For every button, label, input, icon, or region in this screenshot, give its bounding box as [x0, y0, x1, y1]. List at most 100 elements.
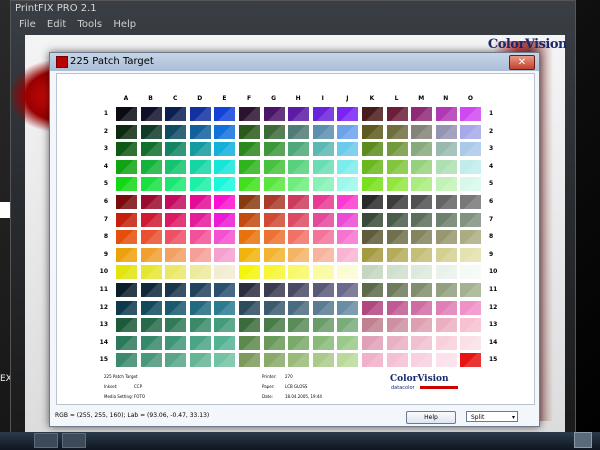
color-patch[interactable] — [435, 195, 457, 209]
color-patch[interactable] — [165, 283, 187, 297]
color-patch[interactable] — [435, 212, 457, 227]
color-patch[interactable] — [435, 283, 457, 297]
color-patch[interactable] — [411, 142, 433, 157]
color-patch[interactable] — [239, 230, 260, 245]
color-patch[interactable] — [165, 177, 187, 192]
color-patch[interactable] — [460, 230, 482, 245]
color-patch[interactable] — [362, 300, 383, 315]
color-patch[interactable] — [116, 230, 137, 245]
color-patch[interactable] — [312, 124, 334, 139]
color-patch[interactable] — [362, 353, 383, 368]
color-patch[interactable] — [140, 247, 162, 262]
color-patch[interactable] — [362, 212, 383, 227]
color-patch[interactable] — [165, 142, 187, 157]
color-patch[interactable] — [386, 195, 408, 209]
color-patch[interactable] — [263, 212, 285, 227]
color-patch[interactable] — [189, 195, 211, 209]
color-patch[interactable] — [263, 335, 285, 350]
color-patch[interactable] — [411, 230, 433, 245]
color-patch[interactable] — [116, 247, 137, 262]
color-patch[interactable] — [362, 142, 383, 157]
color-patch[interactable] — [435, 230, 457, 245]
color-patch[interactable] — [189, 230, 211, 245]
color-patch[interactable] — [288, 265, 310, 280]
color-patch[interactable] — [140, 335, 162, 350]
color-patch[interactable] — [362, 195, 383, 209]
color-patch[interactable] — [386, 300, 408, 315]
color-patch[interactable] — [362, 230, 383, 245]
color-patch[interactable] — [116, 335, 137, 350]
color-patch[interactable] — [239, 212, 260, 227]
color-patch[interactable] — [312, 107, 334, 121]
color-patch[interactable] — [214, 265, 236, 280]
color-patch[interactable] — [239, 142, 260, 157]
color-patch[interactable] — [460, 212, 482, 227]
color-patch[interactable] — [214, 300, 236, 315]
color-patch[interactable] — [435, 353, 457, 368]
color-patch[interactable] — [140, 283, 162, 297]
color-patch[interactable] — [239, 300, 260, 315]
color-patch[interactable] — [386, 107, 408, 121]
color-patch[interactable] — [189, 335, 211, 350]
color-patch[interactable] — [312, 283, 334, 297]
color-patch[interactable] — [239, 107, 260, 121]
color-patch[interactable] — [189, 124, 211, 139]
color-patch[interactable] — [362, 159, 383, 174]
color-patch[interactable] — [435, 142, 457, 157]
color-patch[interactable] — [460, 195, 482, 209]
color-patch[interactable] — [165, 212, 187, 227]
color-patch[interactable] — [411, 283, 433, 297]
color-patch[interactable] — [263, 283, 285, 297]
color-patch[interactable] — [460, 142, 482, 157]
color-patch[interactable] — [140, 159, 162, 174]
color-patch[interactable] — [312, 265, 334, 280]
color-patch[interactable] — [411, 195, 433, 209]
color-patch[interactable] — [288, 230, 310, 245]
color-patch[interactable] — [140, 142, 162, 157]
color-patch[interactable] — [337, 230, 359, 245]
color-patch[interactable] — [263, 318, 285, 333]
color-patch[interactable] — [165, 353, 187, 368]
color-patch[interactable] — [312, 335, 334, 350]
color-patch[interactable] — [435, 335, 457, 350]
color-patch[interactable] — [386, 212, 408, 227]
color-patch[interactable] — [263, 353, 285, 368]
color-patch[interactable] — [435, 265, 457, 280]
color-patch[interactable] — [288, 142, 310, 157]
menu-file[interactable]: File — [19, 19, 36, 30]
color-patch[interactable] — [288, 177, 310, 192]
color-patch[interactable] — [214, 212, 236, 227]
color-patch[interactable] — [411, 300, 433, 315]
color-patch[interactable] — [460, 353, 482, 368]
color-patch[interactable] — [411, 265, 433, 280]
color-patch[interactable] — [165, 247, 187, 262]
color-patch[interactable] — [165, 300, 187, 315]
color-patch[interactable] — [165, 335, 187, 350]
view-mode-select[interactable]: Split ▾ — [466, 411, 518, 422]
color-patch[interactable] — [337, 300, 359, 315]
color-patch[interactable] — [411, 107, 433, 121]
color-patch[interactable] — [362, 265, 383, 280]
color-patch[interactable] — [386, 124, 408, 139]
color-patch[interactable] — [460, 177, 482, 192]
color-patch[interactable] — [435, 124, 457, 139]
color-patch[interactable] — [411, 335, 433, 350]
dialog-titlebar[interactable]: 225 Patch Target ✕ — [50, 53, 539, 71]
color-patch[interactable] — [189, 265, 211, 280]
color-patch[interactable] — [312, 318, 334, 333]
color-patch[interactable] — [312, 212, 334, 227]
color-patch[interactable] — [362, 177, 383, 192]
menu-tools[interactable]: Tools — [77, 19, 102, 30]
color-patch[interactable] — [214, 318, 236, 333]
menu-edit[interactable]: Edit — [47, 19, 66, 30]
color-patch[interactable] — [288, 335, 310, 350]
color-patch[interactable] — [337, 247, 359, 262]
color-patch[interactable] — [140, 300, 162, 315]
color-patch[interactable] — [116, 265, 137, 280]
color-patch[interactable] — [214, 230, 236, 245]
color-patch[interactable] — [288, 318, 310, 333]
color-patch[interactable] — [312, 230, 334, 245]
tray-icon[interactable] — [574, 432, 592, 448]
color-patch[interactable] — [288, 124, 310, 139]
color-patch[interactable] — [435, 159, 457, 174]
